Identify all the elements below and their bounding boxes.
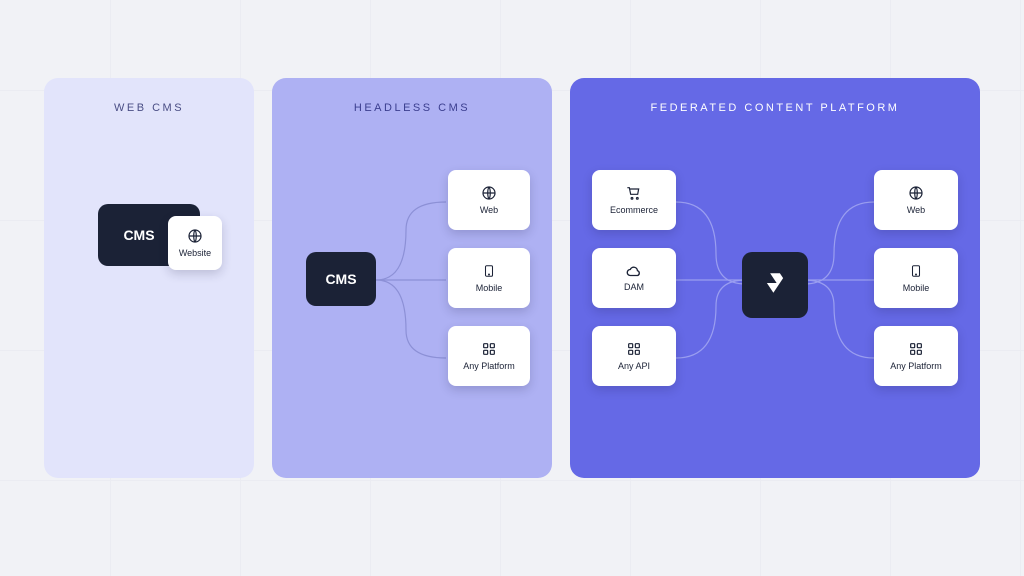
output-mobile: Mobile bbox=[874, 248, 958, 308]
output-any-platform: Any Platform bbox=[448, 326, 530, 386]
card-label: Web bbox=[480, 205, 498, 215]
inputs-column: Ecommerce DAM Any API bbox=[592, 170, 676, 386]
panel-title: FEDERATED CONTENT PLATFORM bbox=[590, 102, 960, 114]
connector-lines-left bbox=[676, 172, 746, 412]
cloud-icon bbox=[625, 264, 643, 278]
outputs-column: Web Mobile Any Platform bbox=[448, 170, 530, 386]
connector-lines-right bbox=[804, 172, 874, 412]
card-label: Web bbox=[907, 205, 925, 215]
input-dam: DAM bbox=[592, 248, 676, 308]
globe-icon bbox=[481, 185, 497, 201]
grid-icon bbox=[626, 341, 642, 357]
cms-label: CMS bbox=[123, 227, 154, 243]
output-mobile: Mobile bbox=[448, 248, 530, 308]
globe-icon bbox=[187, 228, 203, 244]
cms-block: CMS bbox=[306, 252, 376, 306]
card-label: Website bbox=[179, 248, 211, 258]
card-label: Ecommerce bbox=[610, 205, 658, 215]
output-web: Web bbox=[448, 170, 530, 230]
hub-logo-icon bbox=[762, 270, 788, 301]
panel-title: WEB CMS bbox=[64, 102, 234, 114]
panel-headless-cms: HEADLESS CMS CMS Web bbox=[272, 78, 552, 478]
diagram-stage: WEB CMS CMS Website HEADLESS CMS bbox=[0, 0, 1024, 478]
input-ecommerce: Ecommerce bbox=[592, 170, 676, 230]
connector-lines bbox=[376, 172, 456, 412]
mobile-icon bbox=[909, 263, 923, 279]
card-label: DAM bbox=[624, 282, 644, 292]
cms-block: CMS Website bbox=[98, 204, 200, 266]
hub-block bbox=[742, 252, 808, 318]
output-any-platform: Any Platform bbox=[874, 326, 958, 386]
mobile-icon bbox=[482, 263, 496, 279]
card-label: Any Platform bbox=[463, 361, 515, 371]
cms-label: CMS bbox=[325, 271, 356, 287]
panel-web-cms: WEB CMS CMS Website bbox=[44, 78, 254, 478]
globe-icon bbox=[908, 185, 924, 201]
outputs-column: Web Mobile Any Platform bbox=[874, 170, 958, 386]
panel-federated-content-platform: FEDERATED CONTENT PLATFORM Ecommerce bbox=[570, 78, 980, 478]
card-label: Mobile bbox=[903, 283, 930, 293]
panel-title: HEADLESS CMS bbox=[292, 102, 532, 114]
output-website: Website bbox=[168, 216, 222, 270]
grid-icon bbox=[908, 341, 924, 357]
card-label: Mobile bbox=[476, 283, 503, 293]
cart-icon bbox=[626, 185, 642, 201]
output-web: Web bbox=[874, 170, 958, 230]
grid-icon bbox=[481, 341, 497, 357]
input-any-api: Any API bbox=[592, 326, 676, 386]
card-label: Any Platform bbox=[890, 361, 942, 371]
card-label: Any API bbox=[618, 361, 650, 371]
